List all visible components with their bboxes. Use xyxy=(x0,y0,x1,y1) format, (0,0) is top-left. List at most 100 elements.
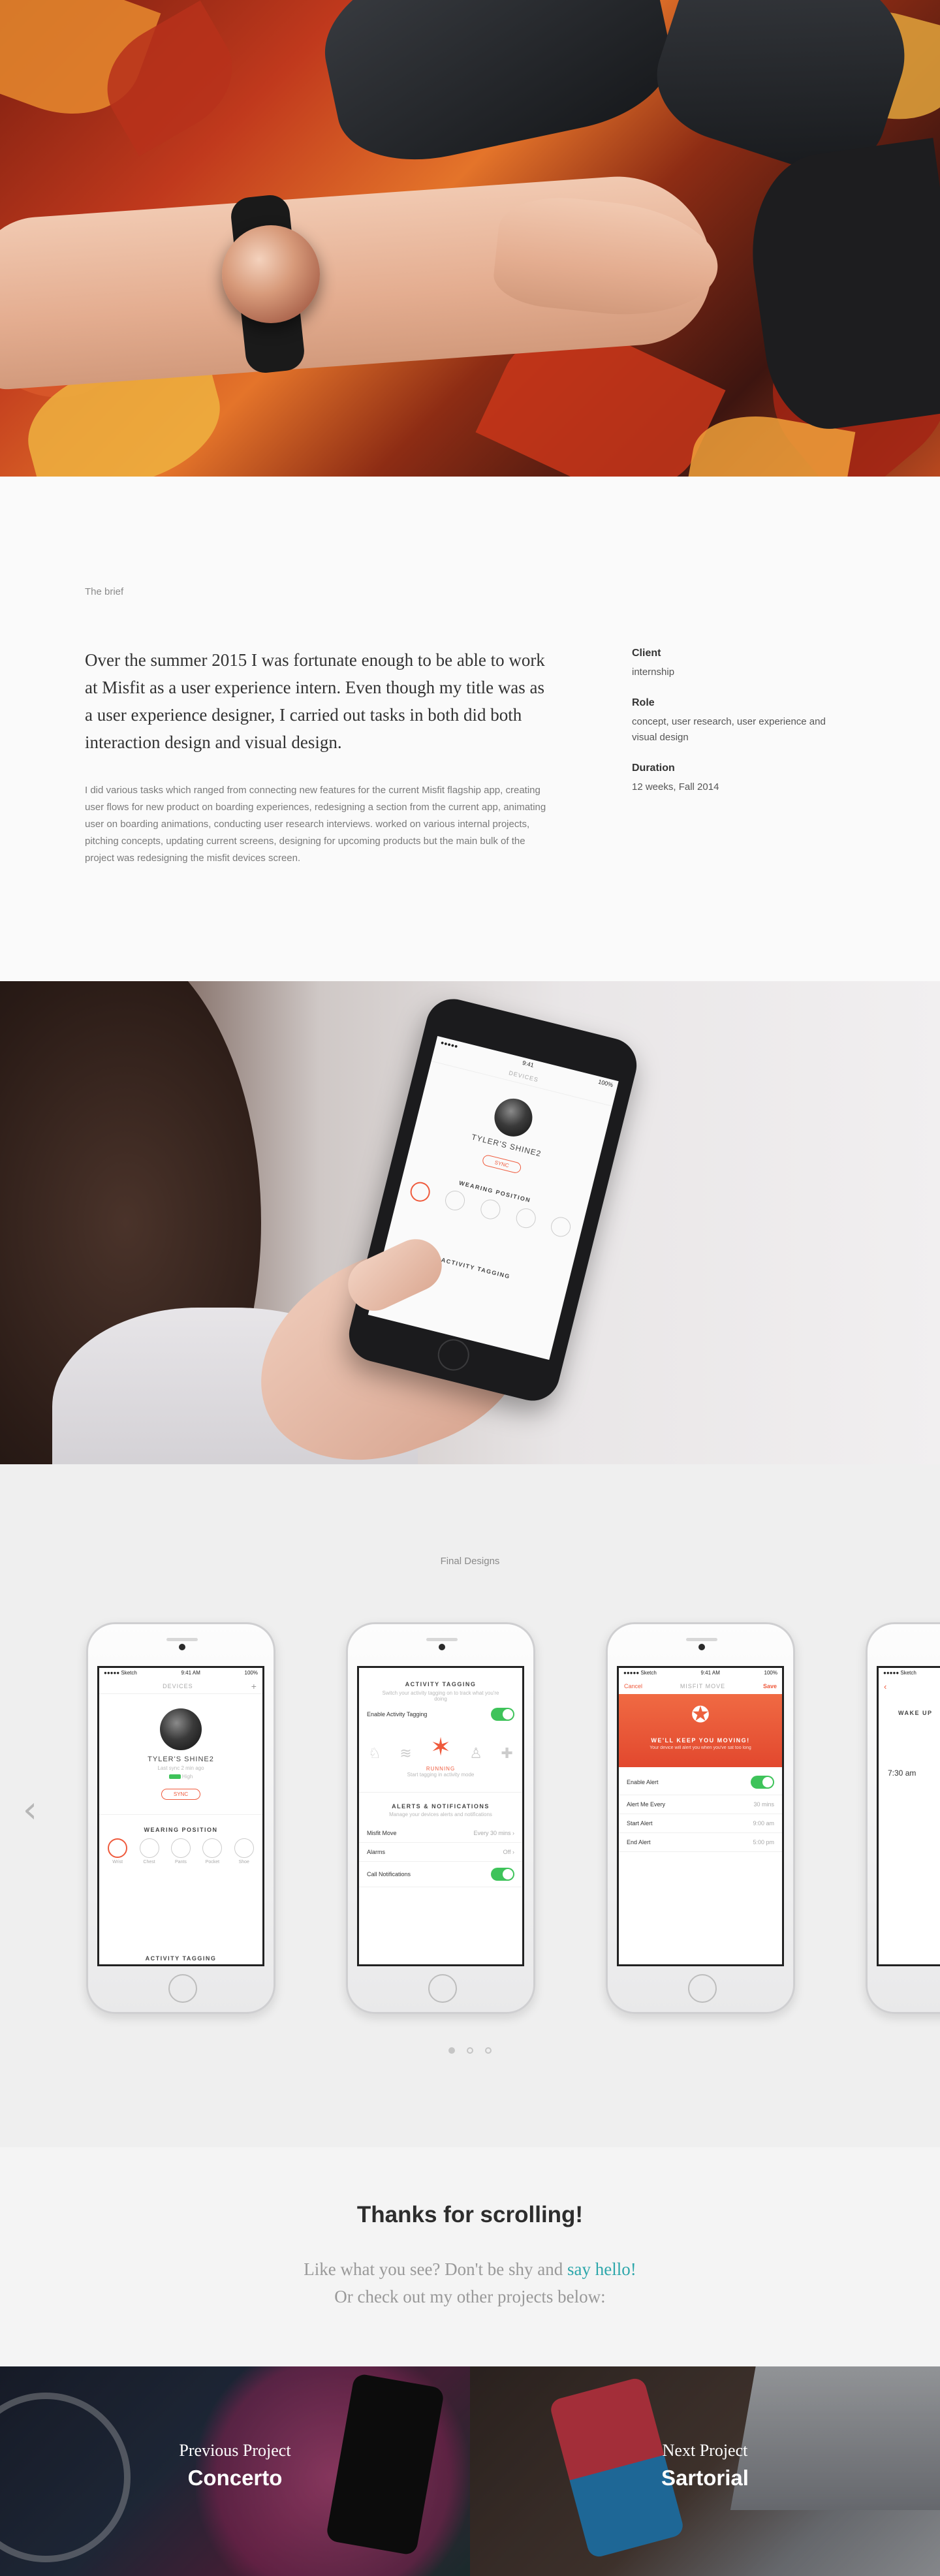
final-designs-section: Final Designs ‹ › ●●●●● Sketch9:41 AM100… xyxy=(0,1464,940,2147)
home-button xyxy=(168,1974,197,2003)
end-alert-row[interactable]: End Alert 5:00 pm xyxy=(619,1833,782,1852)
chevron-right-icon: › xyxy=(512,1830,514,1836)
call-notifications-toggle[interactable] xyxy=(491,1868,514,1881)
alerts-title: ALERTS & NOTIFICATIONS xyxy=(392,1803,490,1810)
brief-section: The brief Over the summer 2015 I was for… xyxy=(0,477,940,981)
battery-level: High xyxy=(181,1774,193,1780)
banner-title: WE'LL KEEP YOU MOVING! xyxy=(651,1737,750,1744)
misfit-move-screen: ●●●●● Sketch 9:41 AM 100% Cancel MISFIT MO… xyxy=(617,1666,784,1966)
status-time: 9:41 AM xyxy=(181,1670,200,1676)
big-phone-sync: SYNC xyxy=(481,1154,522,1174)
sync-button[interactable]: SYNC xyxy=(161,1789,201,1800)
position-shoe[interactable]: Shoe xyxy=(234,1838,254,1864)
alert-every-row[interactable]: Alert Me Every 30 mins xyxy=(619,1795,782,1814)
move-banner: ✪ WE'LL KEEP YOU MOVING! Your device wil… xyxy=(619,1694,782,1767)
misfit-shine-device xyxy=(222,225,320,323)
brief-lead-paragraph: Over the summer 2015 I was fortunate eno… xyxy=(85,650,545,752)
meta-client-value: internship xyxy=(632,667,675,678)
meta-role-key: Role xyxy=(632,697,655,708)
save-button[interactable]: Save xyxy=(763,1683,777,1689)
next-project-card[interactable]: Next Project Sartorial xyxy=(470,2366,940,2576)
previous-project-name: Concerto xyxy=(187,2466,283,2490)
activity-carousel[interactable]: ♘ ≋ ✶ ♙ ✚ xyxy=(359,1727,522,1766)
previous-project-label: Previous Project xyxy=(179,2441,291,2460)
carousel-dots xyxy=(0,2045,940,2057)
project-meta: Client internship Role concept, user res… xyxy=(632,648,847,812)
enable-activity-label: Enable Activity Tagging xyxy=(367,1711,428,1718)
start-alert-row[interactable]: Start Alert 9:00 am xyxy=(619,1814,782,1833)
activity-screen: ACTIVITY TAGGING Switch your activity ta… xyxy=(357,1666,524,1966)
devices-screen: ●●●●● Sketch 9:41 AM 100% DEVICES + TYLER'S… xyxy=(97,1666,264,1966)
final-designs-title: Final Designs xyxy=(440,1556,500,1567)
runner-icon: ✪ xyxy=(691,1703,710,1727)
swimming-icon: ≋ xyxy=(400,1745,412,1761)
position-pocket[interactable]: Pocket xyxy=(202,1838,223,1864)
position-chest[interactable]: Chest xyxy=(139,1838,159,1864)
enable-activity-toggle[interactable] xyxy=(491,1708,514,1721)
wake-up-screen: ●●●●● Sketch9:41 AM100% ‹ WAKE UP 7:30 a… xyxy=(877,1666,940,1966)
status-carrier: ●●●●● Sketch xyxy=(104,1670,137,1676)
next-project-name: Sartorial xyxy=(661,2466,749,2490)
phone-mockup-devices: ●●●●● Sketch 9:41 AM 100% DEVICES + TYLER'S… xyxy=(86,1622,275,2014)
project-navigation: Previous Project Concerto Next Project S… xyxy=(0,2366,940,2576)
phone-mockup-activity: ACTIVITY TAGGING Switch your activity ta… xyxy=(346,1622,535,2014)
meta-duration: Duration 12 weeks, Fall 2014 xyxy=(632,762,847,795)
meta-role: Role concept, user research, user experi… xyxy=(632,697,847,746)
activity-running-label: RUNNING xyxy=(426,1766,456,1772)
previous-project-card[interactable]: Previous Project Concerto xyxy=(0,2366,470,2576)
meta-client-key: Client xyxy=(632,648,661,659)
banner-subtitle: Your device will alert you when you've s… xyxy=(650,1746,751,1750)
lifestyle-photo: ●●●●● 9:41 100% DEVICES TYLER'S SHINE2 SYN… xyxy=(0,981,940,1464)
meta-role-value: concept, user research, user experience … xyxy=(632,716,826,743)
phone-mockup-wake-up: ●●●●● Sketch9:41 AM100% ‹ WAKE UP 7:30 a… xyxy=(866,1622,940,2014)
wearing-position-title: WEARING POSITION xyxy=(144,1827,218,1833)
misfit-move-title: MISFIT MOVE xyxy=(680,1683,726,1689)
home-button xyxy=(688,1974,717,2003)
battery-icon xyxy=(168,1774,181,1780)
carousel-dot-3[interactable] xyxy=(485,2047,492,2054)
misfit-move-row[interactable]: Misfit Move Every 30 mins › xyxy=(359,1824,522,1843)
carousel-prev-arrow-icon[interactable]: ‹ xyxy=(18,1791,42,1830)
thanks-line-1-text: Like what you see? Don't be shy and xyxy=(304,2259,568,2279)
meta-duration-value: 12 weeks, Fall 2014 xyxy=(632,781,719,793)
back-chevron-icon[interactable]: ‹ xyxy=(884,1682,887,1691)
call-notifications-row: Call Notifications xyxy=(359,1862,522,1887)
wake-up-title: WAKE UP xyxy=(898,1710,933,1716)
thanks-section: Thanks for scrolling! Like what you see?… xyxy=(0,2147,940,2366)
device-sync-time: Last sync 2 min ago xyxy=(157,1765,204,1771)
meta-duration-key: Duration xyxy=(632,762,675,774)
cycling-icon: ♘ xyxy=(368,1745,381,1761)
cancel-button[interactable]: Cancel xyxy=(624,1683,642,1689)
meta-client: Client internship xyxy=(632,648,847,680)
status-battery: 100% xyxy=(244,1670,258,1676)
carousel-dot-2[interactable] xyxy=(467,2047,473,2054)
running-icon: ✶ xyxy=(430,1734,451,1761)
chevron-right-icon: › xyxy=(512,1849,514,1855)
activity-tagging-title: ACTIVITY TAGGING xyxy=(405,1681,477,1688)
activity-running-desc: Start tagging in activity mode xyxy=(407,1772,475,1778)
phone-mockup-misfit-move: ●●●●● Sketch 9:41 AM 100% Cancel MISFIT MO… xyxy=(606,1622,795,2014)
big-phone: ●●●●● 9:41 100% DEVICES TYLER'S SHINE2 SYN… xyxy=(343,993,643,1407)
walking-icon: ♙ xyxy=(469,1745,482,1761)
thanks-title: Thanks for scrolling! xyxy=(356,2202,584,2227)
device-name: TYLER'S SHINE2 xyxy=(148,1755,214,1763)
hero-image xyxy=(0,0,940,477)
next-project-label: Next Project xyxy=(662,2441,748,2460)
position-wrist[interactable]: Wrist xyxy=(108,1838,128,1864)
thanks-line-1: Like what you see? Don't be shy and say … xyxy=(0,2259,940,2280)
thanks-line-2: Or check out my other projects below: xyxy=(334,2287,606,2306)
devices-nav-title: DEVICES xyxy=(163,1682,193,1689)
tennis-icon: ✚ xyxy=(501,1745,513,1761)
carousel-dot-1[interactable] xyxy=(448,2047,455,2054)
home-button xyxy=(428,1974,457,2003)
add-icon[interactable]: + xyxy=(251,1681,257,1691)
device-orb xyxy=(160,1708,202,1750)
enable-alert-toggle[interactable] xyxy=(751,1776,774,1789)
enable-alert-row: Enable Alert xyxy=(619,1770,782,1795)
activity-tagging-footer: ACTIVITY TAGGING xyxy=(145,1955,217,1962)
say-hello-link[interactable]: say hello! xyxy=(567,2259,636,2279)
position-pants[interactable]: Pants xyxy=(170,1838,191,1864)
wake-up-time: 7:30 am xyxy=(888,1768,916,1778)
brief-body-paragraph: I did various tasks which ranged from co… xyxy=(85,785,546,864)
alarms-row[interactable]: Alarms Off › xyxy=(359,1843,522,1862)
